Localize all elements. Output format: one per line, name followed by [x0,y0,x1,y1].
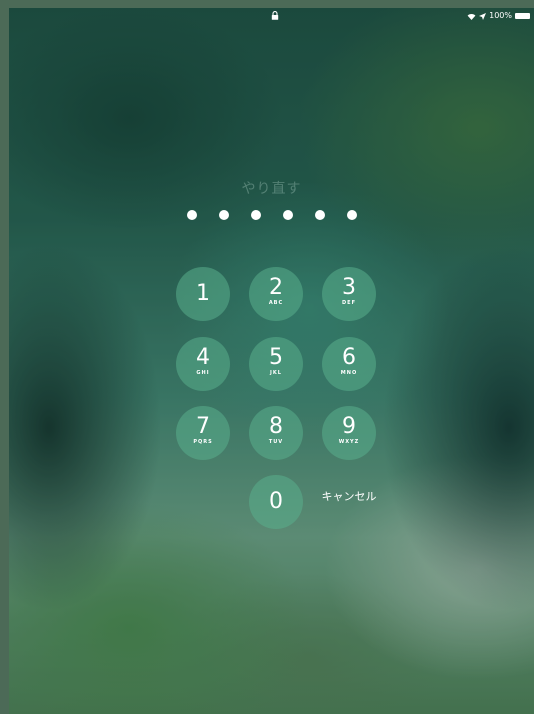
key-digit: 5 [269,345,283,370]
key-letters: ABC [268,300,284,306]
key-digit: 9 [342,414,356,439]
key-4[interactable]: 4 GHI [176,337,230,391]
key-6[interactable]: 6 MNO [322,337,376,391]
key-8[interactable]: 8 TUV [249,406,303,460]
key-letters: DEF [342,300,356,306]
key-3[interactable]: 3 DEF [322,267,376,321]
key-letters: JKL [270,370,282,376]
key-digit: 7 [196,414,210,439]
key-2[interactable]: 2 ABC [249,267,303,321]
key-digit: 2 [269,275,283,300]
key-digit: 6 [342,345,356,370]
key-letters: TUV [268,439,284,445]
key-5[interactable]: 5 JKL [249,337,303,391]
key-letters: WXYZ [338,439,360,445]
key-0[interactable]: 0 [249,475,303,529]
lock-screen: 100% やり直す 1 2 ABC 3 DEF 4 GHI 5 JKL 6 MN… [9,8,534,714]
key-letters: MNO [340,370,358,376]
key-digit: 4 [196,345,210,370]
key-digit: 3 [342,275,356,300]
keypad: 1 2 ABC 3 DEF 4 GHI 5 JKL 6 MNO 7 PQRS 8… [9,8,534,714]
key-digit: 8 [269,414,283,439]
key-digit: 1 [196,281,210,306]
key-9[interactable]: 9 WXYZ [322,406,376,460]
cancel-button[interactable]: キャンセル [309,490,389,504]
key-1[interactable]: 1 [176,267,230,321]
key-letters: GHI [196,370,210,376]
device-frame: 100% やり直す 1 2 ABC 3 DEF 4 GHI 5 JKL 6 MN… [0,0,534,714]
key-letters: PQRS [193,439,213,445]
key-7[interactable]: 7 PQRS [176,406,230,460]
key-digit: 0 [269,489,283,514]
